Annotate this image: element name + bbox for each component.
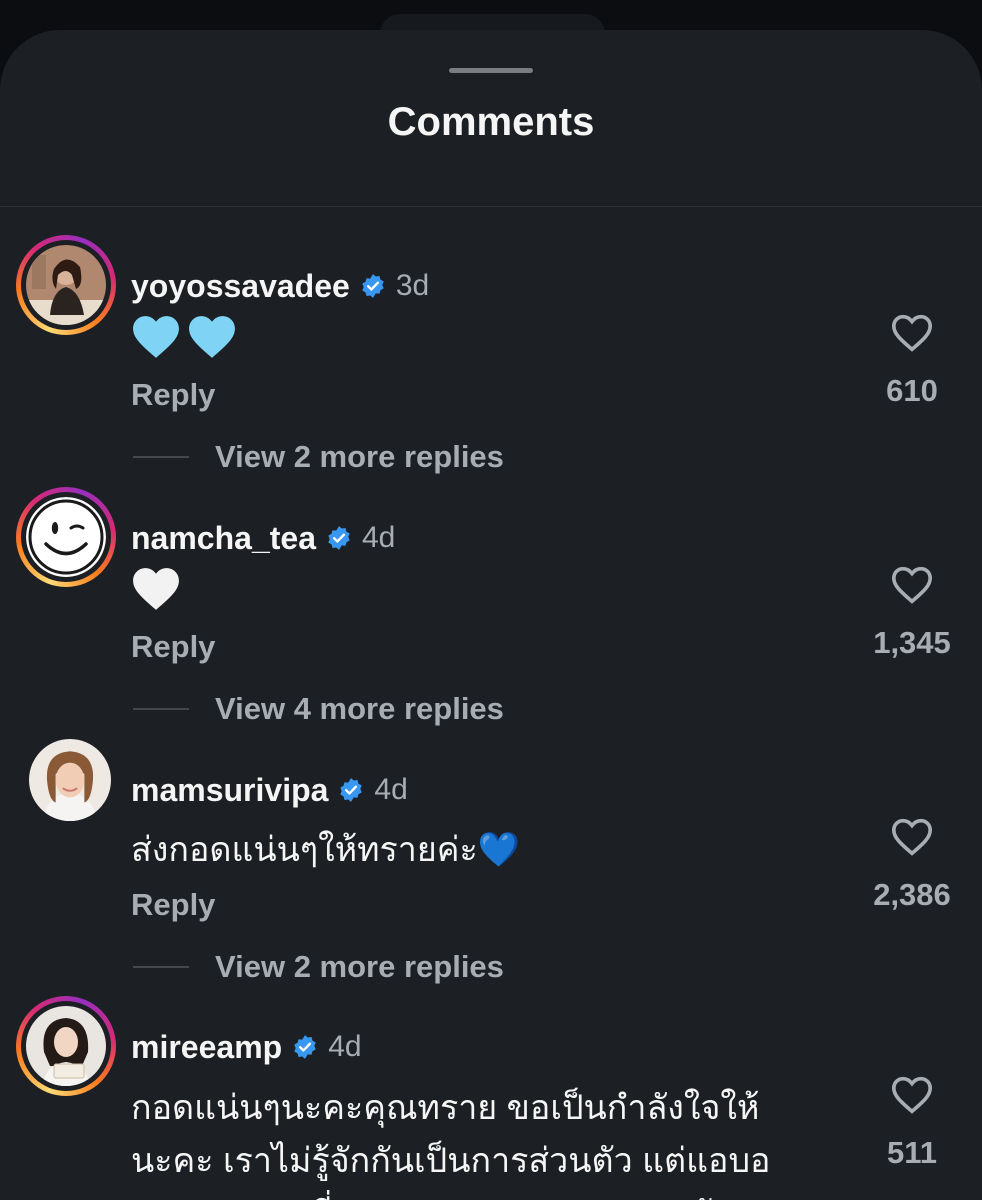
comments-sheet: Comments yoyossavadee 3d Reply View 2 mo…	[0, 30, 982, 1200]
comment-username[interactable]: mamsurivipa	[131, 772, 328, 809]
heart-outline-icon[interactable]	[890, 313, 934, 353]
comment-timestamp: 4d	[374, 773, 408, 806]
view-more-replies-button[interactable]: View 4 more replies	[133, 689, 504, 729]
comment-username[interactable]: namcha_tea	[131, 520, 316, 557]
heart-outline-icon[interactable]	[890, 1075, 934, 1115]
view-more-replies-button[interactable]: View 2 more replies	[133, 947, 504, 987]
comment-username[interactable]: yoyossavadee	[131, 268, 350, 305]
reply-button[interactable]: Reply	[131, 377, 215, 413]
comment-text-line: กอดแน่นๆนะคะคุณทราย ขอเป็นกำลังใจให้	[131, 1089, 760, 1127]
comment-timestamp: 3d	[395, 269, 430, 302]
heart-outline-icon[interactable]	[890, 817, 934, 857]
comment-text: ส่งกอดแน่นๆให้ทรายค่ะ💙	[131, 831, 521, 869]
white-heart-icon	[133, 568, 179, 610]
header-divider	[0, 206, 982, 207]
reply-button[interactable]: Reply	[131, 629, 215, 665]
verified-badge-icon	[294, 1035, 316, 1059]
reply-button[interactable]: Reply	[131, 887, 215, 923]
view-more-replies-label: View 2 more replies	[215, 439, 504, 474]
comment-text-line: นะคะ เราไม่รู้จักกันเป็นการส่วนตัว แต่แอ…	[131, 1142, 771, 1180]
like-count: 511	[886, 1135, 937, 1170]
like-count: 2,386	[873, 877, 951, 912]
avatar	[26, 1006, 106, 1086]
avatar-story-ring[interactable]	[16, 487, 116, 587]
avatar	[26, 245, 106, 325]
sheet-title: Comments	[387, 100, 595, 144]
comment-text	[131, 314, 237, 368]
verified-badge-icon	[340, 778, 363, 802]
heart-outline-icon[interactable]	[890, 565, 934, 605]
avatar	[26, 497, 106, 577]
view-more-replies-label: View 4 more replies	[215, 691, 504, 726]
comment-timestamp: 4d	[328, 1030, 362, 1063]
sheet-grabber-handle[interactable]	[449, 68, 533, 73]
view-more-replies-label: View 2 more replies	[215, 949, 504, 984]
comment-text	[131, 566, 181, 620]
avatar-story-ring[interactable]	[16, 235, 116, 335]
light-blue-heart-icon	[133, 316, 179, 358]
verified-badge-icon	[362, 274, 384, 298]
comment-timestamp: 4d	[361, 521, 396, 554]
avatar[interactable]	[29, 739, 111, 821]
comment-username[interactable]: mireeamp	[131, 1029, 282, 1066]
like-count: 610	[886, 373, 938, 408]
comment-text-line: ยากขอบคุณที่คุณทรายดูแลทะเล ปะการัง	[131, 1188, 841, 1200]
light-blue-heart-icon	[189, 316, 235, 358]
avatar-story-ring[interactable]	[16, 996, 116, 1096]
comment-text: กอดแน่นๆนะคะคุณทราย ขอเป็นกำลังใจให้ นะค…	[131, 1082, 841, 1200]
view-more-replies-button[interactable]: View 2 more replies	[133, 437, 504, 477]
like-count: 1,345	[873, 625, 951, 660]
verified-badge-icon	[328, 526, 350, 550]
